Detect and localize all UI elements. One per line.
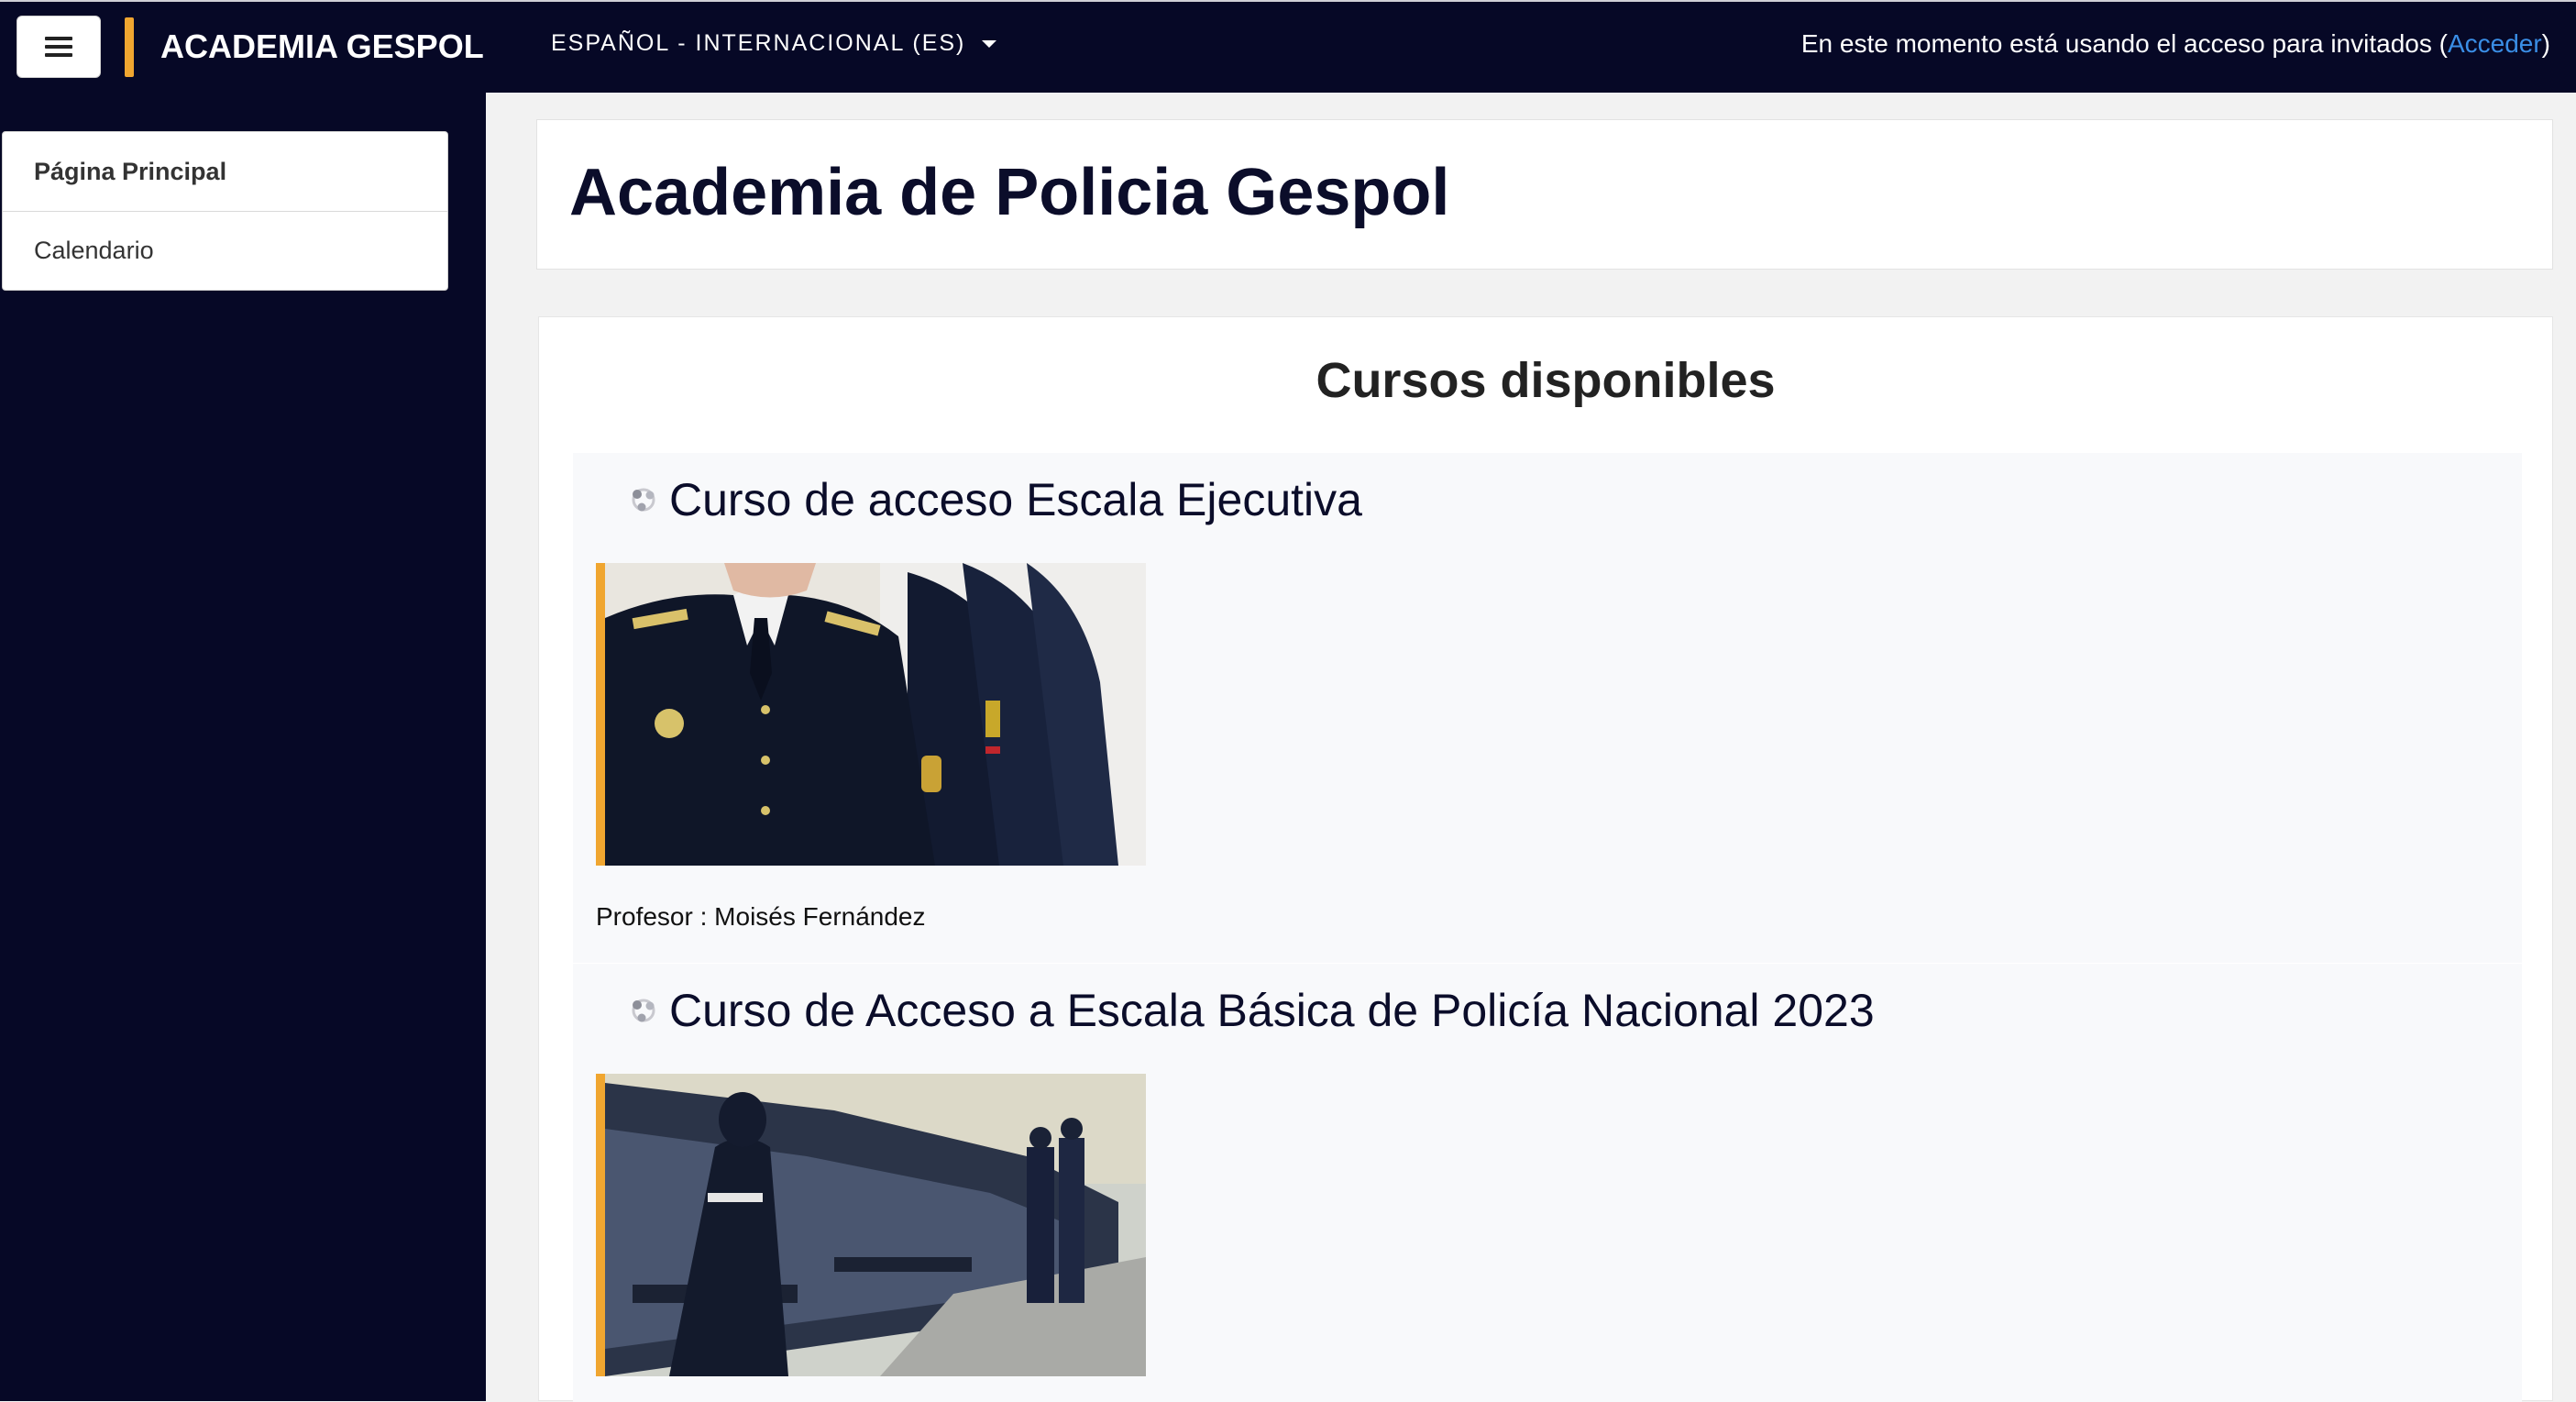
courses-panel: Cursos disponibles Curso de acceso Escal… <box>538 316 2553 1402</box>
course-title-link[interactable]: Curso de Acceso a Escala Básica de Polic… <box>629 984 1875 1037</box>
site-brand[interactable]: ACADEMIA GESPOL <box>160 28 484 66</box>
caret-down-icon <box>982 39 997 48</box>
sidebar-nav: Página Principal Calendario <box>2 131 448 291</box>
section-title: Cursos disponibles <box>1316 353 1776 408</box>
brand-accent-bar <box>125 17 134 77</box>
course-icon <box>632 999 655 1022</box>
language-selector[interactable]: ESPAÑOL - INTERNACIONAL (ES) <box>551 30 997 57</box>
course-icon <box>632 488 655 512</box>
menu-icon <box>45 37 72 57</box>
top-navbar: ACADEMIA GESPOL ESPAÑOL - INTERNACIONAL … <box>0 0 2576 93</box>
course-image-graphic <box>605 563 1146 866</box>
page-header: Academia de Policia Gespol <box>536 119 2553 270</box>
course-item: Curso de Acceso a Escala Básica de Polic… <box>573 964 2522 1402</box>
course-title: Curso de Acceso a Escala Básica de Polic… <box>669 985 1875 1036</box>
guest-notice: En este momento está usando el acceso pa… <box>1801 29 2550 59</box>
course-image-graphic <box>605 1074 1146 1376</box>
language-label: ESPAÑOL - INTERNACIONAL (ES) <box>551 30 966 56</box>
login-link[interactable]: Acceder <box>2448 29 2542 58</box>
menu-toggle-button[interactable] <box>17 16 101 78</box>
page-title: Academia de Policia Gespol <box>569 156 1450 229</box>
course-teacher: Profesor : Moisés Fernández <box>596 902 926 931</box>
course-title: Curso de acceso Escala Ejecutiva <box>669 474 1362 525</box>
sidebar-item-home[interactable]: Página Principal <box>3 132 447 211</box>
guest-close: ) <box>2541 29 2550 58</box>
course-title-link[interactable]: Curso de acceso Escala Ejecutiva <box>629 473 1362 526</box>
sidebar-item-calendar[interactable]: Calendario <box>3 211 447 290</box>
teacher-label: Profesor <box>596 902 693 931</box>
guest-text: En este momento está usando el acceso pa… <box>1800 29 2448 58</box>
sidebar: Página Principal Calendario <box>0 93 486 1401</box>
course-image[interactable] <box>596 1074 1146 1376</box>
course-image[interactable] <box>596 563 1146 866</box>
teacher-name[interactable]: Moisés Fernández <box>714 902 925 931</box>
course-item: Curso de acceso Escala Ejecutiva Profeso… <box>573 453 2522 963</box>
